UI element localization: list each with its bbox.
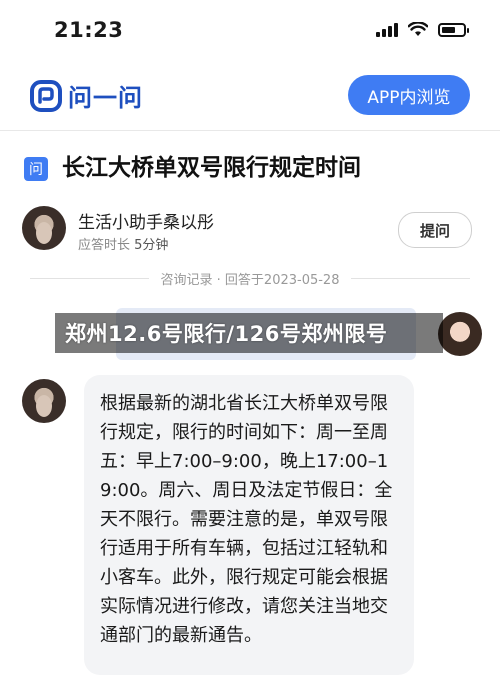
status-bar: 21:23 — [0, 0, 500, 62]
logo[interactable]: 问一问 — [30, 78, 143, 113]
open-in-app-button[interactable]: APP内浏览 — [348, 75, 470, 115]
answer-bubble: 根据最新的湖北省长江大桥单双号限行规定，限行的时间如下：周一至周五：早上7:00… — [84, 375, 414, 675]
answerer-row: 生活小助手桑以彤 应答时长 5分钟 提问 — [22, 206, 478, 256]
question-block: 问 长江大桥单双号限行规定时间 — [24, 151, 464, 185]
answerer-name[interactable]: 生活小助手桑以彤 — [78, 208, 214, 233]
consult-record-divider: 咨询记录 · 回答于2023-05-28 — [30, 268, 471, 288]
battery-icon — [438, 22, 469, 37]
header-bar: 问一问 APP内浏览 — [0, 62, 500, 131]
divider-line — [351, 277, 471, 279]
logo-icon — [30, 79, 62, 112]
overlay-banner: 郑州12.6号限行/126号郑州限号 — [55, 313, 443, 353]
answer-avatar[interactable] — [22, 379, 66, 423]
overlay-banner-text: 郑州12.6号限行/126号郑州限号 — [65, 322, 388, 346]
assistant-avatar[interactable] — [438, 312, 482, 356]
answer-text: 根据最新的湖北省长江大桥单双号限行规定，限行的时间如下：周一至周五：早上7:00… — [100, 393, 393, 646]
wifi-icon — [408, 22, 428, 36]
cellular-signal-icon — [376, 22, 398, 37]
ask-question-button[interactable]: 提问 — [398, 212, 472, 248]
consult-record-text: 咨询记录 · 回答于2023-05-28 — [160, 272, 340, 288]
divider-line — [30, 277, 149, 279]
answer-duration-label: 应答时长 — [78, 238, 131, 253]
status-time: 21:23 — [54, 18, 124, 42]
answer-duration-value: 5分钟 — [134, 238, 169, 253]
question-badge: 问 — [24, 157, 48, 181]
logo-text: 问一问 — [68, 84, 143, 112]
answer-duration: 应答时长 5分钟 — [78, 234, 168, 253]
status-icons — [376, 22, 469, 37]
answerer-avatar[interactable] — [22, 206, 66, 250]
question-title: 长江大桥单双号限行规定时间 — [62, 155, 361, 181]
